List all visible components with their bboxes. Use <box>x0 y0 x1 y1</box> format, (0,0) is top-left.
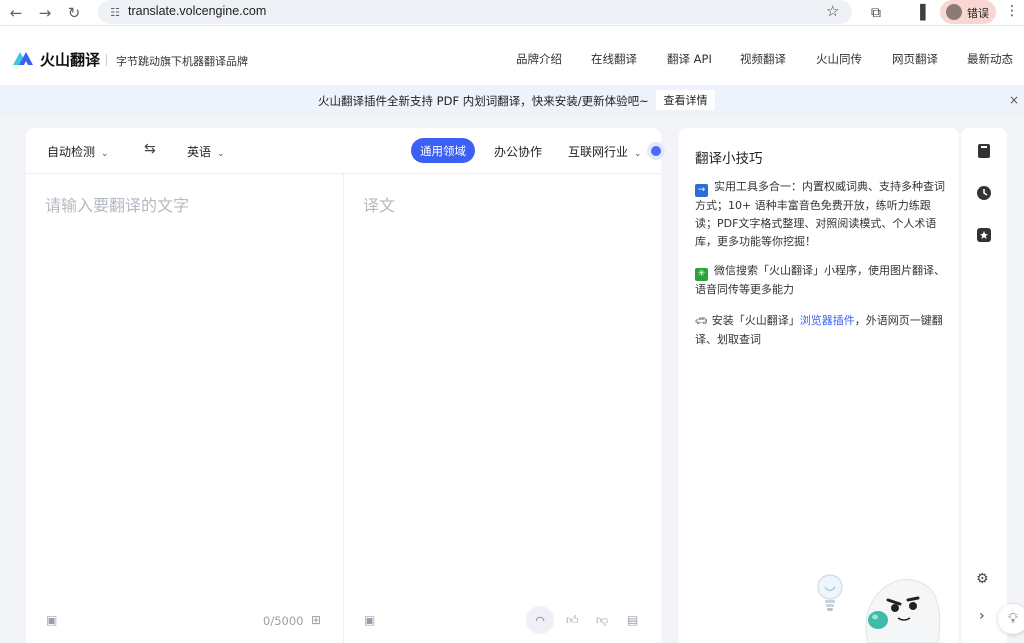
tips-lightbulb-button[interactable]: 💡︎ <box>998 604 1024 634</box>
browser-toolbar: ← → ↻ ☷ translate.volcengine.com ☆ ⧉ ▐ 错… <box>0 0 1024 26</box>
nav-simultaneous[interactable]: 火山同传 <box>816 51 862 67</box>
document-translate-icon[interactable] <box>975 142 993 160</box>
domain-internet-label: 互联网行业 <box>568 145 629 159</box>
source-language-select[interactable]: 自动检测 ⌄ <box>47 143 109 160</box>
browser-menu-icon[interactable]: ⋮ <box>1005 3 1019 19</box>
tip-item-tools: → 实用工具多合一：内置权威词典、支持多种查词方式；10+ 语种丰富音色免费开放，… <box>695 178 947 251</box>
history-icon[interactable] <box>975 184 993 202</box>
chevron-down-icon: ⌄ <box>101 149 109 159</box>
profile-button[interactable]: 错误 <box>940 0 996 24</box>
chevron-down-icon: ⌄ <box>634 149 642 159</box>
avatar <box>946 4 962 20</box>
tips-panel: 翻译小技巧 → 实用工具多合一：内置权威词典、支持多种查词方式；10+ 语种丰富音… <box>679 128 959 643</box>
tool-icon: → <box>695 184 708 197</box>
domain-office-chip[interactable]: 办公协作 <box>494 143 542 160</box>
right-toolbar: ⚙ › <box>961 128 1007 643</box>
profile-label: 错误 <box>967 7 989 20</box>
copy-translation-icon[interactable]: ▣ <box>364 613 375 627</box>
nav-web-translate[interactable]: 网页翻译 <box>892 51 938 67</box>
tip-text: 微信搜索「火山翻译」小程序，使用图片翻译、语音同传等更多能力 <box>695 264 945 296</box>
forward-icon[interactable]: → <box>34 2 56 24</box>
domain-internet-select[interactable]: 互联网行业 ⌄ <box>568 143 642 160</box>
browser-extension-link[interactable]: 浏览器插件 <box>800 314 855 327</box>
bilingual-view-icon[interactable]: ▤ <box>627 613 638 627</box>
announcement-banner: 火山翻译插件全新支持 PDF 内划词翻译，快来安装/更新体验吧~ 查看详情 × <box>0 85 1024 115</box>
banner-text: 火山翻译插件全新支持 PDF 内划词翻译，快来安装/更新体验吧~ <box>318 94 649 108</box>
lightbulb-illustration <box>817 574 843 611</box>
extensions-icon[interactable]: ⧉ <box>866 3 886 23</box>
tip-text: 实用工具多合一：内置权威词典、支持多种查词方式；10+ 语种丰富音色免费开放，练… <box>695 180 945 248</box>
gear-icon[interactable]: ⚙ <box>976 571 989 587</box>
tips-title: 翻译小技巧 <box>695 151 763 167</box>
logo-text[interactable]: 火山翻译 <box>40 49 100 70</box>
source-language-label: 自动检测 <box>47 145 96 159</box>
logo-subtitle: 字节跳动旗下机器翻译品牌 <box>116 55 248 68</box>
domain-more-button[interactable] <box>647 142 665 160</box>
target-language-label: 英语 <box>187 145 212 159</box>
nav-news[interactable]: 最新动态 <box>967 51 1013 67</box>
site-info-icon[interactable]: ☷ <box>108 5 122 19</box>
reload-icon[interactable]: ↻ <box>63 2 85 24</box>
target-text-output: 译文 <box>363 196 396 215</box>
chevron-right-icon[interactable]: › <box>979 608 985 624</box>
nav-brand-intro[interactable]: 品牌介绍 <box>516 51 562 67</box>
domain-general-chip[interactable]: 通用领域 <box>411 138 475 163</box>
address-bar[interactable]: ☷ translate.volcengine.com <box>98 0 852 24</box>
tip-item-wechat: ✳ 微信搜索「火山翻译」小程序，使用图片翻译、语音同传等更多能力 <box>695 262 947 299</box>
nav-translate-api[interactable]: 翻译 API <box>667 51 712 67</box>
swap-languages-icon[interactable]: ⇆ <box>144 141 156 157</box>
volcano-logo-icon[interactable] <box>11 49 35 67</box>
favorites-icon[interactable] <box>975 226 993 244</box>
copy-icon[interactable]: ▣ <box>46 613 57 627</box>
translator-toolbar: 自动检测 ⌄ ⇆ 英语 ⌄ 通用领域 办公协作 互联网行业 ⌄ <box>26 128 665 174</box>
tip-item-extension: 🚗︎ 安装「火山翻译」浏览器插件，外语网页一键翻译、划取查词 <box>695 312 947 349</box>
nav-video-translate[interactable]: 视频翻译 <box>740 51 786 67</box>
side-panel-icon[interactable]: ▐ <box>910 3 930 23</box>
site-header: 火山翻译 字节跳动旗下机器翻译品牌 品牌介绍 在线翻译 翻译 API 视频翻译 … <box>0 33 1024 83</box>
char-counter: 0/5000 <box>263 614 304 628</box>
car-icon: 🚗︎ <box>695 316 708 327</box>
pronounce-icon[interactable]: ◠ <box>526 606 554 634</box>
close-icon[interactable]: × <box>1009 93 1019 107</box>
url-text[interactable]: translate.volcengine.com <box>128 4 266 18</box>
back-icon[interactable]: ← <box>5 2 27 24</box>
view-details-button[interactable]: 查看详情 <box>656 90 715 110</box>
mascot-illustration <box>865 579 941 643</box>
target-language-select[interactable]: 英语 ⌄ <box>187 143 225 160</box>
tip-text: 安装「火山翻译」 <box>711 314 800 327</box>
pane-divider <box>343 174 344 643</box>
translator-panel: 自动检测 ⌄ ⇆ 英语 ⌄ 通用领域 办公协作 互联网行业 ⌄ 请输入要翻译的文字 译… <box>26 128 665 643</box>
thumbs-up-icon[interactable]: 👍︎ <box>566 613 579 628</box>
thumbs-down-icon[interactable]: 👎︎ <box>596 613 608 628</box>
nav-online-translate[interactable]: 在线翻译 <box>591 51 637 67</box>
expand-icon[interactable]: ⊞ <box>311 613 321 627</box>
chevron-down-icon: ⌄ <box>217 149 225 159</box>
wechat-icon: ✳ <box>695 268 708 281</box>
source-text-input[interactable]: 请输入要翻译的文字 <box>45 192 189 216</box>
bookmark-star-icon[interactable]: ☆ <box>826 2 839 20</box>
logo-divider <box>106 54 107 66</box>
